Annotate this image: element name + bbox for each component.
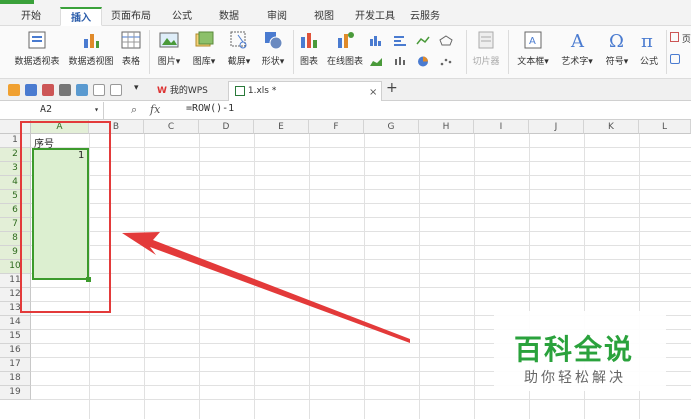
watermark-title: 百科全说 bbox=[514, 333, 635, 366]
watermark: 百科全说 助你轻松解决 bbox=[494, 311, 666, 391]
watermark-subtitle: 助你轻松解决 bbox=[524, 370, 626, 386]
annotation-arrow-shape bbox=[122, 232, 410, 343]
